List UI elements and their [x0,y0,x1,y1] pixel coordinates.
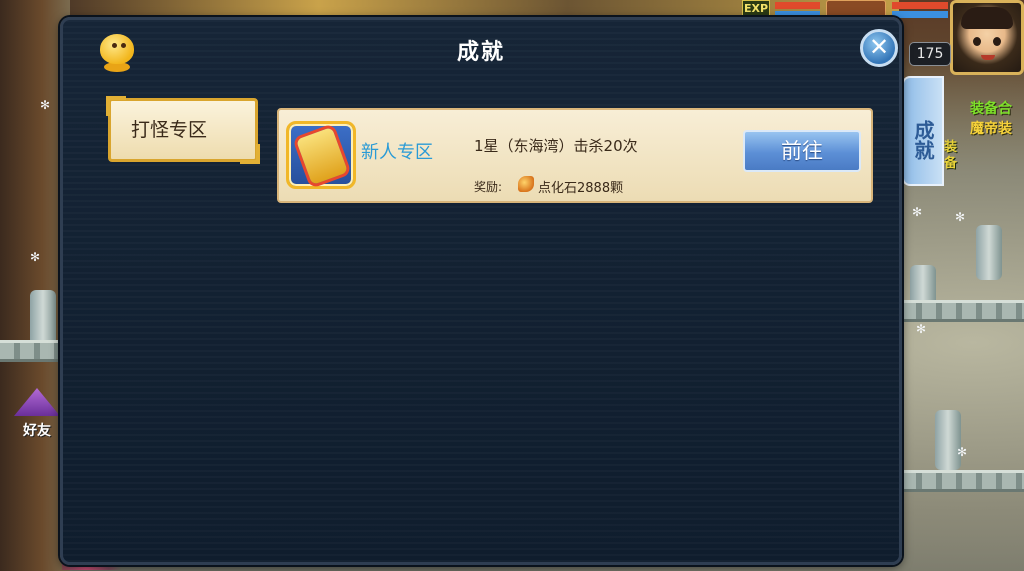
dialog-title: 成就 [456,40,505,65]
stone-railing [902,470,1024,492]
go-button[interactable]: 前往 [743,130,861,172]
stone-railing [902,300,1024,322]
stone-pillar [935,410,961,470]
stone-railing [0,340,62,362]
snowflake-icon: ✻ [912,205,923,219]
pet-hp-bar [892,2,948,9]
close-icon: ✕ [868,33,890,61]
hat-icon [14,388,60,416]
snowflake-icon: ✻ [30,250,41,264]
stone-pillar [976,225,1002,280]
equip-vertical-text[interactable]: 装备 [944,140,962,172]
snowflake-icon: ✻ [955,210,966,224]
pet-mp-bar [892,11,948,18]
reward-label: 奖励: [474,180,503,194]
friends-label: 好友 [23,423,51,439]
task-row: 新人专区 1星（东海湾）击杀20次 奖励: 点化石2888颗 前往 [277,108,873,203]
category-tab-monster-zone[interactable]: 打怪专区 [106,96,260,164]
task-name: 新人专区 [361,142,433,163]
friends-button[interactable]: 好友 [12,388,62,440]
achievement-side-tab[interactable]: 成就 [902,76,944,186]
hp-bar [775,2,820,9]
snowflake-icon: ✻ [40,98,51,112]
snowflake-icon: ✻ [916,322,927,336]
snowflake-icon: ✻ [957,445,968,459]
reward-value: 点化石2888颗 [538,181,624,196]
avatar-mouth [981,55,995,60]
demon-equip-link[interactable]: 魔帝装 [970,118,1012,138]
achievement-dialog: 成就 ✕ 打怪专区 新人专区 1星（东海湾）击杀20次 奖励: 点化石2888颗… [60,17,902,565]
avatar-eye [973,37,981,46]
exp-badge: EXP [742,0,770,18]
player-avatar[interactable] [950,0,1024,75]
scroll-shape [295,126,349,186]
task-description: 1星（东海湾）击杀20次 [474,137,638,155]
avatar-eye [993,37,1001,46]
avatar-hair [961,7,1013,29]
player-level: 175 [909,42,951,66]
equip-merge-link[interactable]: 装备合 [970,98,1012,118]
scroll-icon [286,121,356,189]
stone-icon [518,176,534,192]
close-button[interactable]: ✕ [860,29,898,67]
